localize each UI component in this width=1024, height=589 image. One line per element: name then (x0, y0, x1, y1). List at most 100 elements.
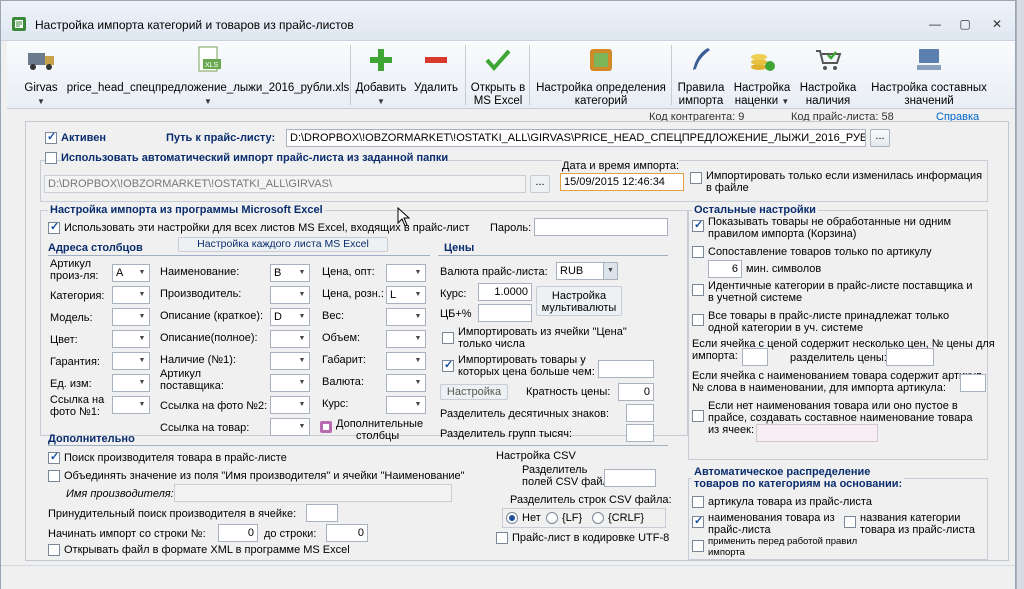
composite-name-checkbox[interactable] (692, 410, 704, 422)
photo1-label-2: фото №1: (50, 406, 100, 418)
rate-col-select[interactable]: ▼ (386, 396, 426, 414)
delete-button[interactable]: Удалить (411, 43, 461, 107)
apply-before-checkbox[interactable] (692, 540, 704, 552)
add-button[interactable]: Добавить ▼ (353, 43, 409, 107)
supplier-article-label-2: поставщика: (160, 380, 224, 392)
start-row-input[interactable]: 0 (218, 524, 258, 542)
photo2-select[interactable]: ▼ (270, 396, 310, 414)
price-retail-select[interactable]: L ▼ (386, 286, 426, 304)
weight-select[interactable]: ▼ (386, 308, 426, 326)
product-link-select[interactable]: ▼ (270, 418, 310, 436)
price-sep-input[interactable] (886, 348, 934, 366)
photo1-select[interactable]: ▼ (112, 396, 150, 414)
chevron-down-icon: ▼ (781, 97, 790, 106)
cb-percent-input[interactable] (478, 304, 532, 322)
setup-button[interactable]: Настройка (440, 384, 508, 400)
minimize-button[interactable]: — (921, 15, 949, 33)
import-rules-label-1: Правила (677, 82, 725, 94)
match-article-checkbox[interactable] (692, 246, 704, 258)
volume-select[interactable]: ▼ (386, 330, 426, 348)
forced-search-input[interactable] (306, 504, 338, 522)
merge-checkbox[interactable] (48, 470, 60, 482)
browse-path-button[interactable]: ... (870, 129, 890, 147)
search-producer-checkbox[interactable] (48, 450, 60, 464)
csv-none-radio[interactable] (506, 512, 518, 524)
stock-setup-button[interactable]: Настройка наличия (797, 43, 859, 107)
composite-name-label-1: Если нет наименования товара или оно пус… (708, 400, 958, 412)
maximize-button[interactable]: ▢ (951, 15, 979, 33)
photo1-label-1: Ссылка на (50, 394, 105, 406)
group-sep-input[interactable] (626, 424, 654, 442)
use-all-sheets-checkbox[interactable] (48, 220, 60, 234)
import-price-more-checkbox[interactable] (442, 358, 454, 372)
multi-price-input[interactable] (742, 348, 768, 366)
extra-columns-icon[interactable] (319, 420, 333, 434)
min-symbols-input[interactable]: 6 (708, 260, 742, 278)
open-xml-checkbox[interactable] (48, 544, 60, 556)
date-input[interactable]: 15/09/2015 12:46:34 (560, 173, 684, 191)
warranty-select[interactable]: ▼ (112, 352, 150, 370)
close-button[interactable]: ✕ (983, 15, 1011, 33)
model-select[interactable]: ▼ (112, 308, 150, 326)
multi-currency-button[interactable]: Настройка мультивалюты (536, 286, 622, 316)
csv-field-sep-input[interactable] (604, 469, 656, 487)
identical-cats-checkbox[interactable] (692, 284, 704, 296)
multiplicity-input[interactable]: 0 (618, 383, 654, 401)
csv-lf-radio[interactable] (546, 512, 558, 524)
producer-name-input[interactable] (174, 484, 452, 502)
password-input[interactable] (534, 218, 668, 236)
unit-label: Ед. изм: (50, 378, 92, 390)
rate-input[interactable]: 1.0000 (478, 283, 532, 301)
min-symbols-label: мин. символов (746, 263, 822, 275)
csv-crlf-radio[interactable] (592, 512, 604, 524)
each-sheet-button[interactable]: Настройка каждого листа MS Excel (178, 237, 388, 252)
price-wholesale-select[interactable]: ▼ (386, 264, 426, 282)
one-category-checkbox[interactable] (692, 314, 704, 326)
auto-import-checkbox[interactable] (45, 152, 57, 164)
category-select[interactable]: ▼ (112, 286, 150, 304)
category-setup-button[interactable]: Настройка определения категорий (531, 43, 671, 107)
price-more-input[interactable] (598, 360, 654, 378)
name-select[interactable]: B ▼ (270, 264, 310, 282)
by-name-checkbox[interactable] (692, 514, 704, 528)
utf8-checkbox[interactable] (496, 532, 508, 544)
chevron-down-icon: ▼ (603, 263, 617, 279)
article-select[interactable]: A ▼ (112, 264, 150, 282)
browse-folder-button[interactable]: ... (530, 175, 550, 193)
by-cat-names-label-2: товара из прайс-листа (860, 524, 976, 536)
import-rules-button[interactable]: Правила импорта (673, 43, 729, 107)
supplier-article-select[interactable]: ▼ (270, 374, 310, 392)
stock1-label: Наличие (№1): (160, 354, 236, 366)
article-in-name-input[interactable] (960, 374, 986, 392)
composite-name-input[interactable] (756, 424, 878, 442)
currency-select[interactable]: RUB ▼ (556, 262, 618, 280)
supplier-button[interactable]: Girvas ▼ (21, 43, 61, 107)
path-input[interactable]: D:\DROPBOX\!OBZORMARKET\!OSTATKI_ALL\GIR… (286, 129, 866, 147)
category-setup-label-1: Настройка определения (536, 82, 666, 94)
import-from-price-checkbox[interactable] (442, 332, 454, 344)
color-select[interactable]: ▼ (112, 330, 150, 348)
open-excel-button[interactable]: Открыть в MS Excel (468, 43, 528, 107)
composite-setup-button[interactable]: Настройка составных значений (863, 43, 995, 107)
stock1-select[interactable]: ▼ (270, 352, 310, 370)
to-row-input[interactable]: 0 (326, 524, 368, 542)
by-cat-names-checkbox[interactable] (844, 516, 856, 528)
producer-name-label: Имя производителя: (66, 488, 174, 500)
stock-setup-label-2: наличия (805, 95, 851, 107)
size-select[interactable]: ▼ (386, 352, 426, 370)
only-changed-checkbox[interactable] (690, 172, 702, 184)
folder-input[interactable]: D:\DROPBOX\!OBZORMARKET\!OSTATKI_ALL\GIR… (44, 175, 526, 193)
file-button[interactable]: XLS price_head_спецпредложение_лыжи_2016… (63, 43, 353, 107)
import-rules-label-2: импорта (678, 95, 724, 107)
desc-full-select[interactable]: ▼ (270, 330, 310, 348)
active-checkbox[interactable] (45, 130, 57, 144)
decimal-sep-input[interactable] (626, 404, 654, 422)
show-unprocessed-checkbox[interactable] (692, 218, 704, 232)
desc-short-select[interactable]: D ▼ (270, 308, 310, 326)
by-article-checkbox[interactable] (692, 496, 704, 508)
unit-select[interactable]: ▼ (112, 374, 150, 392)
chevron-down-icon: ▼ (298, 269, 306, 276)
currency-col-select[interactable]: ▼ (386, 374, 426, 392)
markup-setup-button[interactable]: Настройка наценки ▼ (731, 43, 793, 107)
producer-select[interactable]: ▼ (270, 286, 310, 304)
